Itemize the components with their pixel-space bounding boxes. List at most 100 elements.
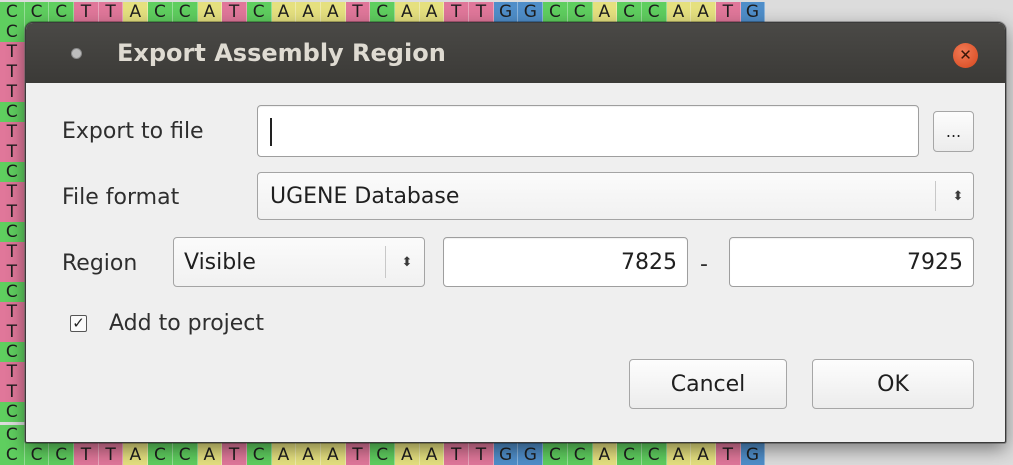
nucleotide-cell: C [148, 2, 173, 22]
ok-button[interactable]: OK [812, 359, 974, 409]
nucleotide-cell: A [320, 2, 346, 22]
region-start-input[interactable]: 7825 [443, 237, 688, 287]
nucleotide-cell: T [98, 445, 124, 465]
nucleotide-cell: A [419, 445, 445, 465]
window-menu-icon[interactable] [71, 48, 82, 59]
nucleotide-cell: T [715, 2, 741, 22]
nucleotide-cell: C [49, 2, 75, 22]
nucleotide-cell: C [567, 2, 593, 22]
nucleotide-cell: C [543, 2, 568, 22]
nucleotide-cell: C [49, 445, 75, 465]
region-end-input[interactable]: 7925 [729, 237, 974, 287]
nucleotide-cell: A [666, 2, 692, 22]
nucleotide-cell: T [74, 2, 99, 22]
nucleotide-cell: C [0, 162, 25, 182]
file-format-selected: UGENE Database [270, 183, 460, 209]
nucleotide-cell: C [172, 445, 198, 465]
region-start-value: 7825 [621, 249, 677, 275]
nucleotide-cell: T [222, 2, 247, 22]
nucleotide-cell: T [345, 445, 371, 465]
nucleotide-cell: A [123, 2, 149, 22]
dialog-title: Export Assembly Region [117, 39, 446, 67]
region-label: Region [62, 251, 138, 276]
nucleotide-cell: T [0, 322, 25, 342]
region-mode-selected: Visible [184, 249, 256, 275]
file-format-select[interactable]: UGENE Database ⬍ [257, 172, 974, 220]
nucleotide-cell: T [469, 445, 494, 465]
nucleotide-cell: T [345, 2, 371, 22]
nucleotide-cell: T [444, 2, 470, 22]
nucleotide-cell: C [0, 22, 25, 42]
nucleotide-cell: C [0, 425, 25, 445]
nucleotide-cell: A [395, 445, 420, 465]
nucleotide-cell: T [0, 302, 25, 322]
export-file-path-input[interactable] [257, 105, 919, 157]
nucleotide-cell: T [222, 445, 247, 465]
nucleotide-cell: A [123, 445, 149, 465]
nucleotide-cell: T [0, 202, 25, 222]
nucleotide-cell: C [0, 2, 25, 22]
close-icon[interactable]: ✕ [953, 43, 978, 68]
nucleotide-cell: T [0, 362, 25, 382]
nucleotide-cell: C [0, 282, 25, 302]
nucleotide-cell: G [518, 2, 544, 22]
nucleotide-cell: C [0, 402, 25, 422]
nucleotide-cell: C [24, 2, 50, 22]
nucleotide-cell: C [641, 445, 667, 465]
nucleotide-cell: G [493, 445, 519, 465]
region-range-separator: - [700, 252, 708, 277]
nucleotide-cell: C [567, 445, 593, 465]
nucleotide-cell: G [740, 2, 766, 22]
nucleotide-cell: A [296, 2, 321, 22]
nucleotide-cell: C [0, 445, 25, 465]
export-to-file-label: Export to file [62, 119, 204, 144]
nucleotide-cell: A [666, 445, 692, 465]
sequence-row: CCCTTACCATCAAATCAATTGGCCACCAATG [0, 445, 766, 465]
sequence-row: CCCTTACCATCAAATCAATTGGCCACCAATG [0, 2, 766, 22]
cancel-button[interactable]: Cancel [629, 359, 787, 409]
add-to-project-checkbox[interactable]: ✓ [70, 315, 87, 332]
nucleotide-cell: T [444, 445, 470, 465]
export-assembly-region-dialog: Export Assembly Region ✕ Export to file … [25, 22, 1006, 443]
dialog-titlebar[interactable]: Export Assembly Region ✕ [26, 23, 1005, 83]
nucleotide-cell: A [296, 445, 321, 465]
nucleotide-cell: C [370, 2, 395, 22]
nucleotide-cell: T [0, 382, 25, 402]
nucleotide-cell: A [197, 2, 223, 22]
nucleotide-cell: A [592, 2, 618, 22]
nucleotide-cell: C [0, 342, 25, 362]
nucleotide-cell: A [271, 445, 297, 465]
nucleotide-cell: C [617, 2, 642, 22]
nucleotide-cell: C [172, 2, 198, 22]
nucleotide-cell: T [0, 122, 25, 142]
nucleotide-cell: T [0, 142, 25, 162]
browse-file-button[interactable]: ... [933, 111, 974, 152]
nucleotide-cell: A [320, 445, 346, 465]
updown-arrows-icon: ⬍ [952, 188, 964, 204]
nucleotide-cell: C [370, 445, 395, 465]
combo-divider [935, 181, 936, 211]
text-caret [270, 118, 272, 146]
nucleotide-cell: A [691, 445, 716, 465]
nucleotide-cell: A [395, 2, 420, 22]
nucleotide-cell: C [641, 2, 667, 22]
nucleotide-cell: A [592, 445, 618, 465]
nucleotide-cell: C [617, 445, 642, 465]
region-mode-select[interactable]: Visible ⬍ [173, 237, 425, 287]
nucleotide-cell: G [740, 445, 766, 465]
nucleotide-cell: T [0, 242, 25, 262]
nucleotide-cell: A [197, 445, 223, 465]
nucleotide-cell: T [469, 2, 494, 22]
nucleotide-cell: C [543, 445, 568, 465]
add-to-project-label[interactable]: Add to project [109, 310, 264, 338]
nucleotide-cell: T [0, 42, 25, 62]
file-format-label: File format [62, 185, 180, 210]
nucleotide-cell: T [74, 445, 99, 465]
nucleotide-cell: A [691, 2, 716, 22]
nucleotide-cell: A [271, 2, 297, 22]
nucleotide-cell: C [246, 445, 272, 465]
nucleotide-cell: C [0, 222, 25, 242]
updown-arrows-icon: ⬍ [401, 254, 413, 270]
nucleotide-cell: C [148, 445, 173, 465]
nucleotide-cell: G [493, 2, 519, 22]
